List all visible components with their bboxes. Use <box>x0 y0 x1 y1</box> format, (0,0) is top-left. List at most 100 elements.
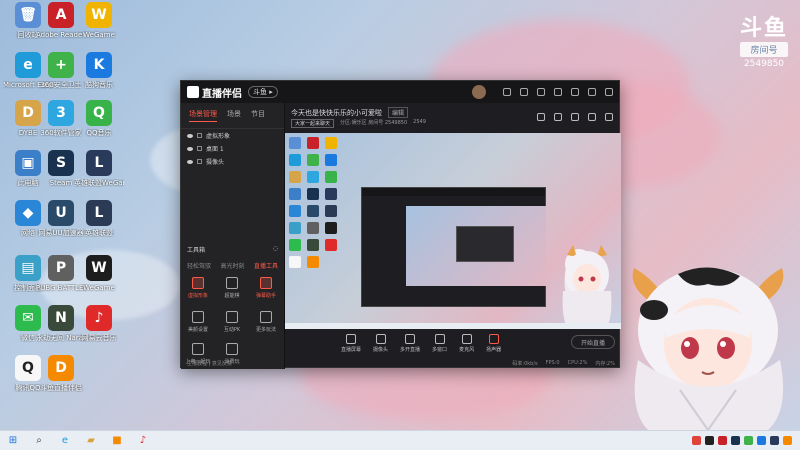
app-name: 直播伴侣 <box>202 88 242 100</box>
tray-icon-game[interactable] <box>770 436 779 445</box>
scene-item[interactable]: 摄像头 <box>181 155 284 168</box>
tab-scene[interactable]: 场景 <box>227 109 241 122</box>
preview-icon <box>325 171 337 183</box>
preview-icon <box>289 154 301 166</box>
desktop-icon[interactable]: D 斗鱼直播伴侣 <box>36 355 86 392</box>
desktop-icon[interactable]: ♪ 网易云音乐 <box>74 305 124 342</box>
desktop-icon-label: 斗鱼直播伴侣 <box>40 384 82 392</box>
app-icon: N <box>48 305 74 331</box>
tool-beauty[interactable]: 美颜设置 <box>183 311 213 333</box>
lock-icon[interactable] <box>197 146 202 151</box>
tray-icon-blue[interactable] <box>757 436 766 445</box>
search-icon[interactable]: ⌕ <box>32 434 46 448</box>
speaker-button[interactable]: 扬声器 <box>486 333 502 353</box>
tools-tabs: 轻松驾驭 高光时刻 直播工具 <box>187 261 278 270</box>
desktop-icon[interactable]: Q QQ音乐 <box>74 100 124 137</box>
scene-item[interactable]: 虚拟形象 <box>181 129 284 142</box>
beauty-icon <box>192 311 204 323</box>
danmu-icon <box>260 277 272 289</box>
microphone-icon <box>461 333 472 344</box>
lock-icon[interactable] <box>197 159 202 164</box>
tab-tools-0[interactable]: 轻松驾驭 <box>187 261 211 270</box>
menu-icon[interactable] <box>554 88 562 96</box>
netease-music-icon[interactable]: ♪ <box>136 434 150 448</box>
desktop-icon[interactable]: L 英雄联盟WeGame版 <box>74 150 124 187</box>
tab-tools-2[interactable]: 直播工具 <box>254 261 278 270</box>
tab-program[interactable]: 节目 <box>251 109 265 122</box>
btool-label: 麦克风 <box>459 346 475 353</box>
user-avatar[interactable] <box>472 85 486 99</box>
desktop-icon[interactable]: W WeGame <box>74 255 124 292</box>
tray-icon-pdf[interactable] <box>718 436 727 445</box>
tab-scene-manage[interactable]: 场景管理 <box>189 109 217 122</box>
main-right-icons <box>537 113 613 121</box>
tool-more[interactable]: 更多玩法 <box>251 311 281 333</box>
left-footer[interactable]: 主播教程 | 意见反馈 <box>181 357 284 369</box>
scene-item[interactable]: 桌面 1 <box>181 142 284 155</box>
preview-icon <box>307 256 319 268</box>
eye-icon[interactable] <box>187 159 193 164</box>
camera-icon <box>375 333 386 344</box>
desktop-background: 🗑回收站AAdobe Reader XIWWeGameeMicrosoft Ed… <box>0 0 800 430</box>
eye-icon[interactable] <box>187 146 193 151</box>
tray-icon-steam[interactable] <box>731 436 740 445</box>
tool-label: 弹幕助手 <box>255 293 276 299</box>
live-title-row: 今天也是快快乐乐的小可爱啦 编辑 <box>291 107 409 118</box>
minimize-icon[interactable] <box>571 88 579 96</box>
tray-icon-dark[interactable] <box>705 436 714 445</box>
close-icon[interactable] <box>605 88 613 96</box>
stream-preview[interactable] <box>285 133 621 329</box>
left-panel: 场景管理 场景 节目 虚拟形象 桌面 1 摄像头 工具箱 ◌ 轻松驾驭 高光时刻… <box>181 103 285 369</box>
tool-chess[interactable]: 超能棋 <box>217 277 247 299</box>
layout-icon[interactable] <box>554 113 562 121</box>
tool-virtual-avatar[interactable]: 虚拟形象 <box>183 277 213 299</box>
live-category-tag[interactable]: 大家一起来聊天 <box>291 119 335 128</box>
camera-button[interactable]: 摄像头 <box>373 333 388 353</box>
multi-window-button[interactable]: 多窗口 <box>432 333 447 353</box>
maximize-icon[interactable] <box>588 88 596 96</box>
preview-icon <box>289 222 301 234</box>
edge-icon[interactable]: e <box>58 434 72 448</box>
avatar-icon <box>192 277 204 289</box>
message-icon[interactable] <box>503 88 511 96</box>
preview-icon <box>307 222 319 234</box>
platform-badge[interactable]: 斗鱼 ▸ <box>248 86 278 98</box>
app-titlebar[interactable]: 直播伴侣 斗鱼 ▸ <box>181 81 619 103</box>
lock-icon[interactable] <box>197 133 202 138</box>
tray-icon-red[interactable] <box>692 436 701 445</box>
app-icon: 3 <box>48 100 74 126</box>
multi-live-button[interactable]: 多开直播 <box>400 333 420 353</box>
tool-label: 虚拟形象 <box>187 293 208 299</box>
folder-icon[interactable]: ▰ <box>84 434 98 448</box>
desktop-icon-label: WeGame <box>83 284 115 292</box>
preview-icon <box>307 154 319 166</box>
eye-icon[interactable] <box>187 133 193 138</box>
tray-icon-green[interactable] <box>744 436 753 445</box>
desktop-icon[interactable]: W WeGame <box>74 2 124 39</box>
screen-capture-button[interactable]: 直播屏幕 <box>341 333 362 353</box>
windows-start-icon[interactable]: ⊞ <box>6 434 20 448</box>
share-icon[interactable] <box>605 113 613 121</box>
refresh-icon[interactable]: ◌ <box>273 245 278 254</box>
desktop-icon[interactable]: L 英雄联盟 <box>74 200 124 237</box>
preview-window-titlebar <box>362 188 545 196</box>
fullscreen-icon[interactable] <box>571 113 579 121</box>
btool-label: 扬声器 <box>486 346 502 353</box>
tool-label: 互动PK <box>223 327 241 333</box>
desktop-icon[interactable]: K 酷狗音乐 <box>74 52 124 89</box>
gift-icon[interactable] <box>537 113 545 121</box>
system-tray <box>692 436 792 445</box>
live-companion-window[interactable]: 直播伴侣 斗鱼 ▸ 场景管理 场景 节目 虚拟形象 桌面 1 摄像头 工具箱 ◌… <box>180 80 621 369</box>
tool-danmu[interactable]: 弹幕助手 <box>251 277 281 299</box>
mic-button[interactable]: 麦克风 <box>459 333 475 353</box>
tool-pk[interactable]: 互动PK <box>217 311 247 333</box>
settings-icon[interactable] <box>537 88 545 96</box>
start-live-button[interactable]: 开始直播 <box>571 335 615 349</box>
sound-icon[interactable] <box>588 113 596 121</box>
tab-tools-1[interactable]: 高光时刻 <box>220 261 244 270</box>
tray-icon-douyu[interactable] <box>783 436 792 445</box>
skin-icon[interactable] <box>520 88 528 96</box>
douyu-app-icon[interactable]: ■ <box>110 434 124 448</box>
btool-label: 直播屏幕 <box>341 346 362 353</box>
edit-title-button[interactable]: 编辑 <box>388 107 409 118</box>
